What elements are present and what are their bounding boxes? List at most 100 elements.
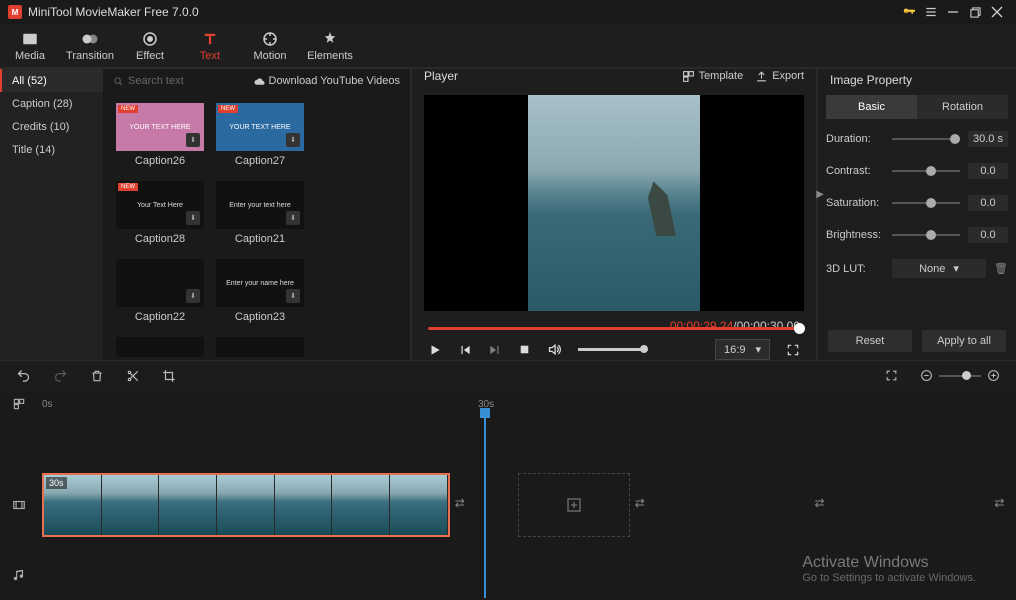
- delete-button[interactable]: [90, 369, 104, 383]
- lut-delete-icon[interactable]: 🗑: [994, 262, 1008, 275]
- download-icon[interactable]: ⬇: [286, 289, 300, 303]
- caption-thumbnail: Enter your text here⬇: [216, 181, 304, 229]
- tab-motion-label: Motion: [253, 50, 286, 62]
- category-item[interactable]: Caption (28): [0, 92, 103, 115]
- watermark-sub: Go to Settings to activate Windows.: [802, 572, 976, 584]
- tab-media[interactable]: Media: [0, 24, 60, 67]
- caption-item[interactable]: YOUR TEXT HERENEW⬇Caption26: [116, 103, 204, 167]
- video-clip[interactable]: 30s: [42, 473, 450, 537]
- transition-icon[interactable]: ⇄: [635, 496, 652, 514]
- new-badge: NEW: [218, 105, 238, 113]
- transition-icon[interactable]: ⇄: [815, 496, 832, 514]
- download-icon[interactable]: ⬇: [186, 211, 200, 225]
- tab-transition[interactable]: Transition: [60, 24, 120, 67]
- saturation-value[interactable]: 0.0: [968, 195, 1008, 211]
- zoom-in-button[interactable]: [987, 369, 1000, 382]
- saturation-slider[interactable]: [892, 202, 960, 204]
- caption-thumbnail: Your Text HereNEW⬇: [116, 181, 204, 229]
- seek-bar[interactable]: [428, 327, 800, 330]
- next-button[interactable]: [488, 343, 502, 357]
- maximize-icon[interactable]: [964, 1, 986, 23]
- caption-name: Caption28: [135, 233, 185, 245]
- search-input[interactable]: Search text: [113, 75, 248, 87]
- fit-button[interactable]: [885, 369, 898, 382]
- drop-slot[interactable]: [878, 473, 989, 537]
- download-icon[interactable]: ⬇: [186, 289, 200, 303]
- video-track[interactable]: 30s ⇄ ⇄ ⇄ ⇄: [0, 460, 1016, 550]
- tab-elements[interactable]: Elements: [300, 24, 360, 67]
- prev-button[interactable]: [458, 343, 472, 357]
- redo-button[interactable]: [53, 368, 68, 383]
- preview-image: [528, 95, 700, 311]
- chevron-down-icon: ▾: [755, 343, 761, 356]
- download-youtube-link[interactable]: Download YouTube Videos: [254, 75, 401, 87]
- caption-thumbnail: YOUR TEXT HERENEW⬇: [116, 103, 204, 151]
- tab-effect[interactable]: Effect: [120, 24, 180, 67]
- download-icon[interactable]: ⬇: [186, 133, 200, 147]
- tab-basic[interactable]: Basic: [826, 95, 917, 119]
- expand-panel-icon[interactable]: ▶: [816, 189, 824, 200]
- drop-slot[interactable]: [518, 473, 629, 537]
- drop-slot[interactable]: [698, 473, 809, 537]
- volume-button[interactable]: [547, 342, 562, 357]
- saturation-label: Saturation:: [826, 197, 884, 209]
- contrast-value[interactable]: 0.0: [968, 163, 1008, 179]
- caption-item[interactable]: Enter your name here⬇Caption23: [216, 259, 304, 323]
- category-item[interactable]: Credits (10): [0, 115, 103, 138]
- music-track-icon: [12, 568, 26, 582]
- fullscreen-button[interactable]: [786, 343, 800, 357]
- caption-item[interactable]: Your Text HereNEW⬇ Caption28: [116, 181, 204, 245]
- caption-name: Caption26: [135, 155, 185, 167]
- text-track[interactable]: [0, 418, 1016, 460]
- download-icon[interactable]: ⬇: [286, 133, 300, 147]
- aspect-select[interactable]: 16:9▾: [715, 339, 770, 360]
- category-item[interactable]: Title (14): [0, 138, 103, 161]
- volume-slider[interactable]: [578, 348, 648, 351]
- download-icon[interactable]: ⬇: [286, 211, 300, 225]
- key-icon[interactable]: [898, 1, 920, 23]
- caption-item[interactable]: YOUR TEXT HERENEW⬇Caption27: [216, 103, 304, 167]
- zoom-out-button[interactable]: [920, 369, 933, 382]
- new-badge: NEW: [118, 105, 138, 113]
- app-logo: M: [8, 5, 22, 19]
- playhead[interactable]: [480, 408, 490, 418]
- tab-motion[interactable]: Motion: [240, 24, 300, 67]
- category-item[interactable]: All (52): [0, 69, 103, 92]
- close-icon[interactable]: [986, 1, 1008, 23]
- brightness-slider[interactable]: [892, 234, 960, 236]
- tab-text-label: Text: [200, 50, 220, 62]
- cloud-download-icon: [254, 76, 265, 87]
- crop-button[interactable]: [162, 369, 176, 383]
- apply-all-button[interactable]: Apply to all: [922, 330, 1006, 352]
- layers-icon[interactable]: [12, 397, 26, 411]
- caption-thumbnail: YOUR TEXT HERENEW⬇: [216, 103, 304, 151]
- tab-rotation[interactable]: Rotation: [917, 95, 1008, 119]
- caption-name: Caption27: [235, 155, 285, 167]
- reset-button[interactable]: Reset: [828, 330, 912, 352]
- transition-icon[interactable]: ⇄: [455, 496, 472, 514]
- lut-select[interactable]: None▾: [892, 259, 986, 278]
- caption-name: Caption23: [235, 311, 285, 323]
- duration-label: Duration:: [826, 133, 884, 145]
- split-button[interactable]: [126, 369, 140, 383]
- brightness-label: Brightness:: [826, 229, 884, 241]
- caption-item[interactable]: Enter your text here⬇Caption21: [216, 181, 304, 245]
- video-track-icon: [12, 498, 26, 512]
- menu-icon[interactable]: [920, 1, 942, 23]
- export-icon: [755, 70, 768, 83]
- caption-item[interactable]: ⬇Caption22: [116, 259, 204, 323]
- template-button[interactable]: Template: [682, 70, 744, 83]
- play-button[interactable]: [428, 343, 442, 357]
- undo-button[interactable]: [16, 368, 31, 383]
- tab-text[interactable]: Text: [180, 24, 240, 67]
- duration-value[interactable]: 30.0 s: [968, 131, 1008, 147]
- property-title: Image Property: [818, 69, 1016, 91]
- zoom-slider[interactable]: [939, 375, 981, 377]
- duration-slider[interactable]: [892, 138, 960, 140]
- contrast-slider[interactable]: [892, 170, 960, 172]
- stop-button[interactable]: [518, 343, 531, 356]
- export-button[interactable]: Export: [755, 70, 804, 83]
- minimize-icon[interactable]: [942, 1, 964, 23]
- transition-icon[interactable]: ⇄: [994, 496, 1011, 514]
- brightness-value[interactable]: 0.0: [968, 227, 1008, 243]
